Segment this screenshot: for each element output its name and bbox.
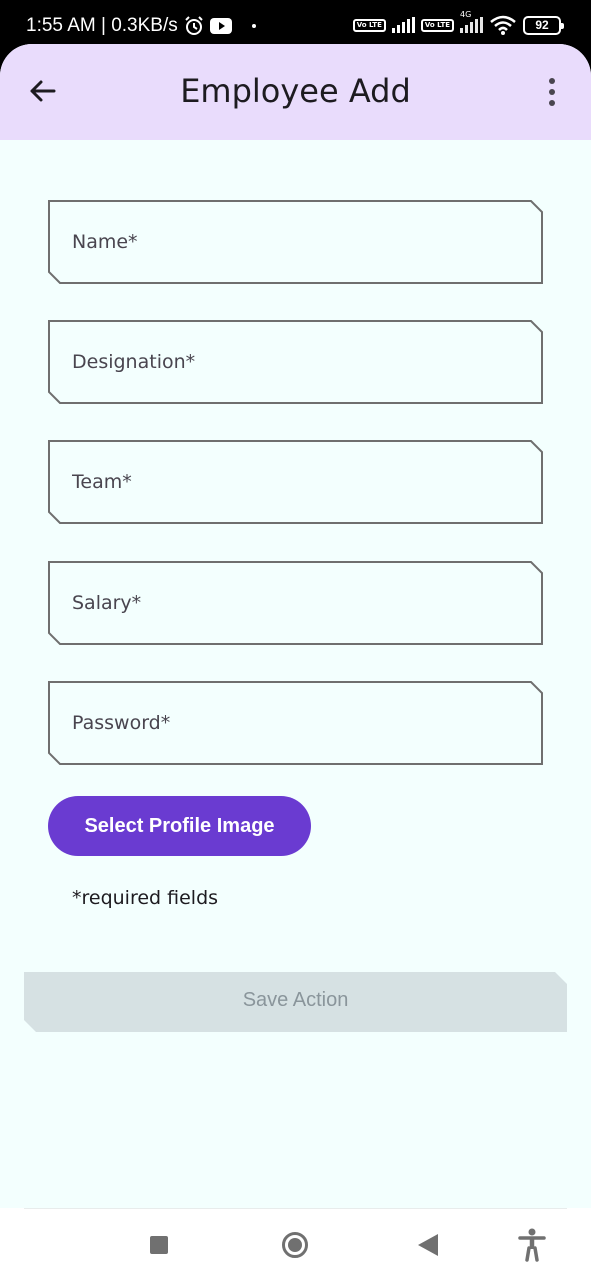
salary-input[interactable]	[72, 583, 512, 623]
name-input[interactable]	[72, 222, 512, 262]
app-bar: Employee Add	[0, 44, 591, 140]
home-icon[interactable]	[282, 1232, 308, 1258]
team-field[interactable]	[48, 440, 543, 524]
back-triangle-icon[interactable]	[418, 1234, 438, 1256]
designation-input[interactable]	[72, 342, 512, 382]
more-vert-icon[interactable]	[547, 78, 557, 106]
battery-level: 92	[535, 18, 549, 32]
recents-icon[interactable]	[150, 1236, 168, 1254]
team-input[interactable]	[72, 462, 512, 502]
notification-dot	[251, 24, 256, 28]
wifi-icon	[490, 15, 516, 35]
alarm-icon	[185, 16, 203, 35]
volte-icon: Vo LTE	[352, 18, 386, 32]
required-fields-note: *required fields	[72, 887, 219, 909]
password-input[interactable]	[72, 703, 512, 743]
nav-divider	[24, 1208, 567, 1209]
system-nav-bar	[0, 1208, 591, 1280]
password-field[interactable]	[48, 681, 543, 765]
save-action-label: Save Action	[242, 989, 349, 1011]
save-action-button[interactable]: Save Action	[24, 972, 567, 1032]
designation-field[interactable]	[48, 320, 543, 404]
signal-4g-icon: 4G	[460, 10, 483, 33]
salary-field[interactable]	[48, 561, 543, 645]
youtube-icon	[209, 18, 232, 34]
volte-icon-2: Vo LTE	[420, 18, 454, 32]
status-left: 1:55 AM | 0.3KB/s	[26, 15, 256, 37]
status-right: Vo LTE Vo LTE 4G 92	[352, 10, 564, 35]
accessibility-icon[interactable]	[517, 1228, 547, 1262]
signal-icon	[391, 17, 415, 33]
page-title: Employee Add	[180, 72, 411, 110]
select-profile-image-button[interactable]: Select Profile Image	[48, 796, 311, 856]
name-field[interactable]	[48, 200, 543, 284]
status-time-speed: 1:55 AM | 0.3KB/s	[26, 15, 178, 36]
app-screen: Employee Add Select Profile Imag	[0, 44, 591, 1280]
battery-icon: 92	[523, 15, 564, 35]
